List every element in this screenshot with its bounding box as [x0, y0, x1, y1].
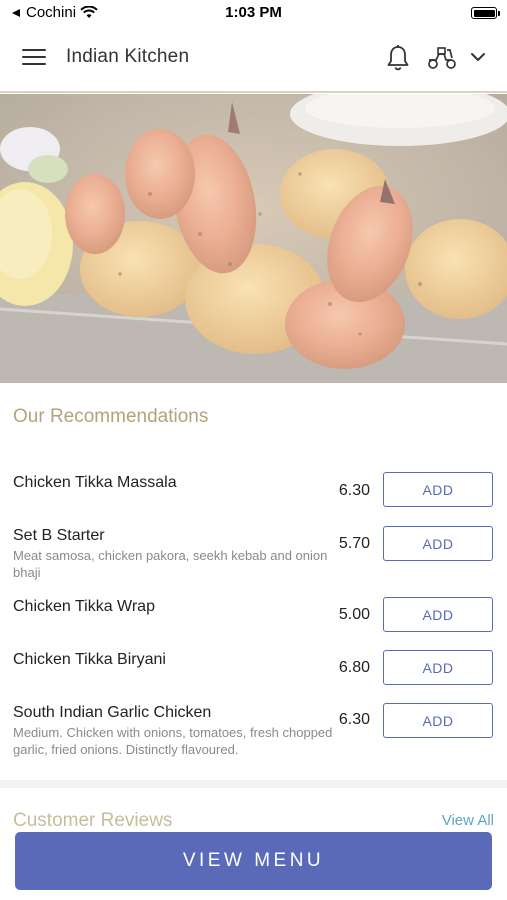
item-name: Set B Starter	[13, 527, 105, 544]
item-price: 6.80	[338, 659, 370, 676]
item-price: 6.30	[338, 482, 370, 499]
view-menu-button[interactable]: VIEW MENU	[15, 832, 492, 890]
reviews-header: Customer Reviews View All	[0, 806, 507, 826]
item-description: Medium. Chicken with onions, tomatoes, f…	[13, 725, 333, 757]
item-price: 5.70	[338, 535, 370, 552]
page-title: Indian Kitchen	[66, 46, 190, 67]
add-button[interactable]: ADD	[383, 703, 493, 738]
delivery-scooter-icon[interactable]	[426, 46, 458, 70]
reviews-title: Customer Reviews	[13, 810, 173, 826]
menu-icon[interactable]	[22, 49, 46, 67]
chevron-down-icon[interactable]	[470, 49, 486, 65]
item-price: 5.00	[338, 606, 370, 623]
add-button[interactable]: ADD	[383, 526, 493, 561]
item-name: Chicken Tikka Biryani	[13, 651, 166, 668]
add-button[interactable]: ADD	[383, 597, 493, 632]
app-header: Indian Kitchen	[0, 27, 507, 93]
add-button[interactable]: ADD	[383, 472, 493, 507]
recommendations-title: Our Recommendations	[13, 406, 209, 427]
view-all-link[interactable]: View All	[442, 812, 494, 826]
bell-icon[interactable]	[385, 44, 411, 72]
status-time: 1:03 PM	[225, 4, 282, 21]
item-name: Chicken Tikka Massala	[13, 474, 177, 491]
item-description: Meat samosa, chicken pakora, seekh kebab…	[13, 548, 328, 580]
status-bar: Cochini 1:03 PM	[0, 0, 507, 26]
add-button[interactable]: ADD	[383, 650, 493, 685]
item-name: South Indian Garlic Chicken	[13, 704, 212, 721]
battery-icon	[471, 7, 500, 19]
section-divider	[0, 780, 507, 788]
item-name: Chicken Tikka Wrap	[13, 598, 155, 615]
hero-image	[0, 94, 507, 383]
item-price: 6.30	[338, 711, 370, 728]
